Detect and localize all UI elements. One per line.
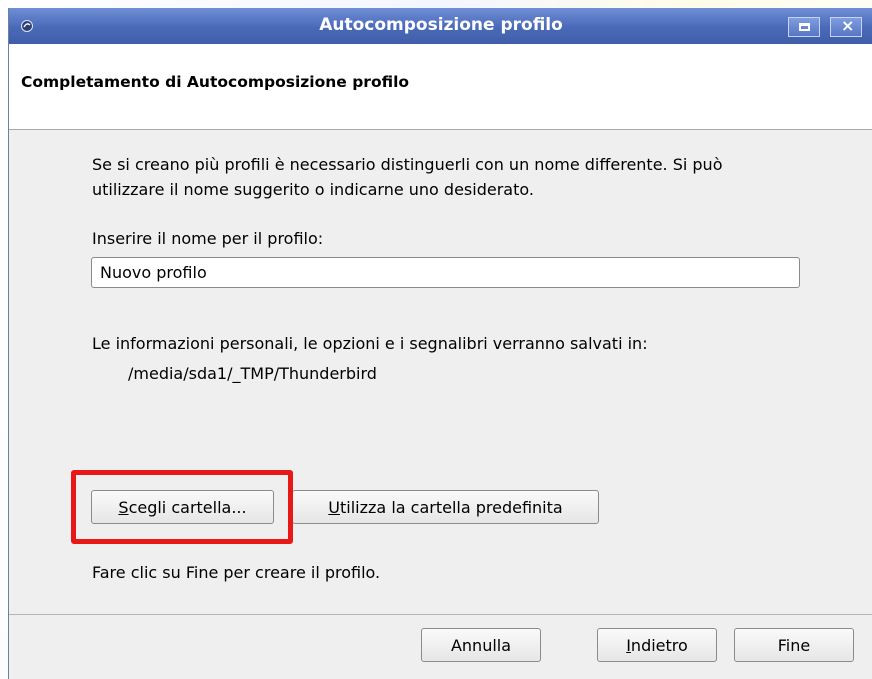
save-location-info: Le informazioni personali, le opzioni e … <box>92 334 648 353</box>
description-text: Se si creano più profili è necessario di… <box>92 155 723 199</box>
finish-hint-text: Fare clic su Fine per creare il profilo. <box>92 563 381 582</box>
title-bar[interactable]: Autocomposizione profilo × <box>9 8 872 44</box>
back-label: ndietro <box>630 635 688 655</box>
profile-path: /media/sda1/_TMP/Thunderbird <box>128 364 377 383</box>
cancel-button[interactable]: Annulla <box>421 628 541 662</box>
choose-folder-mnemonic: S <box>118 497 129 517</box>
choose-folder-button[interactable]: Scegli cartella... <box>91 490 274 524</box>
wizard-window: Autocomposizione profilo × Completamento… <box>8 8 872 679</box>
close-button[interactable]: × <box>830 16 862 37</box>
minimize-button[interactable] <box>788 17 820 37</box>
footer-separator <box>9 614 872 615</box>
close-icon: × <box>841 16 855 35</box>
finish-button[interactable]: Fine <box>734 628 854 662</box>
back-button[interactable]: Indietro <box>597 628 717 662</box>
wizard-header: Completamento di Autocomposizione profil… <box>9 44 872 130</box>
page-title: Completamento di Autocomposizione profil… <box>21 73 410 91</box>
profile-name-label: Inserire il nome per il profilo: <box>92 229 324 248</box>
choose-folder-label: cegli cartella... <box>128 497 247 517</box>
use-default-folder-button[interactable]: Utilizza la cartella predefinita <box>292 490 599 524</box>
default-folder-label: tilizza la cartella predefinita <box>340 497 563 517</box>
minimize-icon <box>799 23 810 31</box>
window-title: Autocomposizione profilo <box>319 15 563 35</box>
default-folder-mnemonic: U <box>328 497 341 517</box>
profile-name-input[interactable] <box>91 257 800 288</box>
